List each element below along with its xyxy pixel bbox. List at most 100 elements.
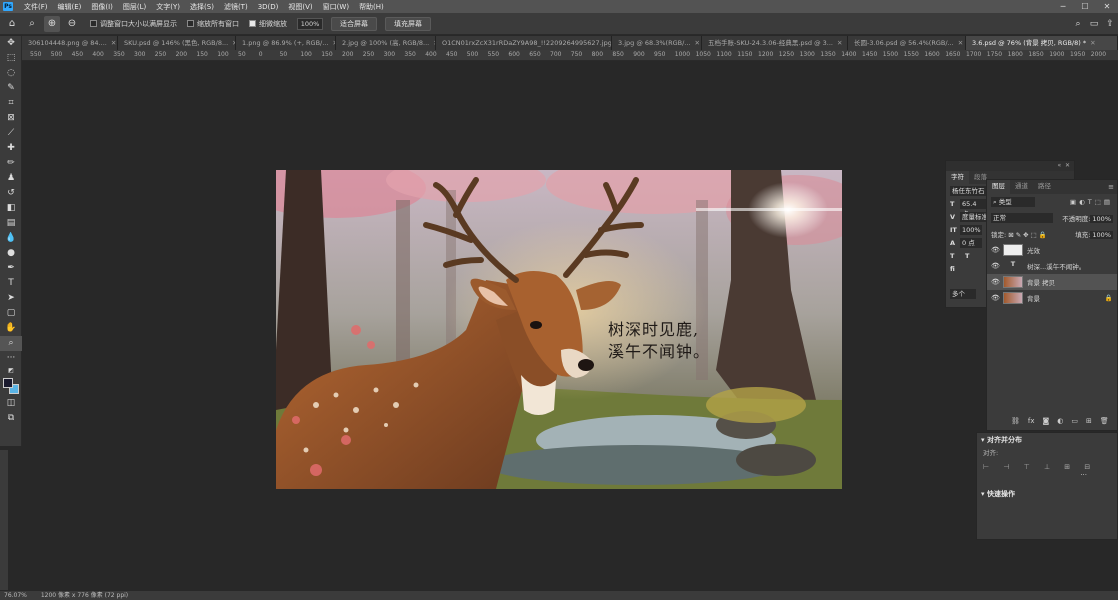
horizontal-ruler[interactable]: 550 500 450 400 350 300 250 200 150 100 50 0 50 100 15…: [22, 50, 1118, 61]
link-layers-icon[interactable]: ⛓: [1011, 417, 1020, 425]
adjustment-layer-icon[interactable]: ◐: [1057, 417, 1063, 425]
baseline-shift-field[interactable]: 0 点: [960, 237, 982, 248]
fit-screen-button[interactable]: 适合屏幕: [331, 16, 377, 31]
document-tab[interactable]: 2.jpg @ 100% (高, RGB/8...✕: [336, 36, 436, 50]
default-colors-icon[interactable]: ◩: [0, 366, 22, 376]
lock-icons[interactable]: ⊠✎✥⬚🔒: [1008, 231, 1049, 239]
fill-field[interactable]: 100%: [1090, 230, 1113, 239]
gradient-tool-icon[interactable]: ▤: [0, 216, 22, 231]
close-tab-icon[interactable]: ✕: [694, 39, 699, 47]
align-section-header[interactable]: ▾ 对齐并分布: [977, 433, 1117, 447]
document-tab[interactable]: 3.jpg @ 68.3%(RGB/... ✕: [612, 36, 702, 50]
close-tab-icon[interactable]: ✕: [1090, 39, 1095, 47]
eraser-tool-icon[interactable]: ◧: [0, 201, 22, 216]
menu-filter[interactable]: 滤镜(T): [219, 2, 253, 12]
ligature-icon[interactable]: fi: [950, 265, 960, 273]
language-field[interactable]: 多个: [950, 288, 976, 299]
workspace-icon[interactable]: ▭: [1086, 19, 1102, 29]
faux-italic-icon[interactable]: T: [965, 252, 975, 260]
zoom-in-icon[interactable]: ⊕: [44, 15, 60, 32]
document-tab-active[interactable]: 3.6.psd @ 76% (背景 拷贝, RGB/8) * ✕: [966, 36, 1118, 50]
history-brush-tool-icon[interactable]: ↺: [0, 186, 22, 201]
share-icon[interactable]: ⇪: [1102, 19, 1118, 29]
align-buttons[interactable]: ⊢ ⊣ ⊤ ⊥ ⊞ ⊟: [977, 457, 1117, 471]
document-tab[interactable]: 1.png @ 86.9% (+, RGB/...✕: [236, 36, 336, 50]
document-tab[interactable]: 五档手账-SKU-24.3.06-经典黑.psd @ 3... ✕: [702, 36, 848, 50]
layer-row[interactable]: 👁 T 树深...溪午不闻钟。: [987, 258, 1117, 274]
tab-layers[interactable]: 图层: [987, 180, 1010, 194]
zoom-all-windows-checkbox[interactable]: 缩放所有窗口: [187, 19, 239, 29]
layer-row[interactable]: 👁 背景 拷贝: [987, 274, 1117, 290]
menu-view[interactable]: 视图(V): [283, 2, 317, 12]
tab-channels[interactable]: 通道: [1010, 180, 1033, 194]
zoom-out-icon[interactable]: ⊖: [64, 16, 80, 32]
blur-tool-icon[interactable]: 💧: [0, 231, 22, 246]
quick-select-tool-icon[interactable]: ✎: [0, 81, 22, 96]
foreground-color-swatch[interactable]: [3, 378, 13, 388]
quick-mask-icon[interactable]: ◫: [0, 396, 22, 411]
new-layer-icon[interactable]: ⊞: [1086, 417, 1092, 425]
zoom-percent-field[interactable]: 100%: [297, 17, 323, 30]
opacity-field[interactable]: 100%: [1090, 214, 1113, 223]
search-icon[interactable]: ⌕: [1070, 19, 1086, 29]
brush-tool-icon[interactable]: ✏: [0, 156, 22, 171]
visibility-eye-icon[interactable]: 👁: [991, 278, 1003, 286]
document-tab[interactable]: 306104448.png @ 84.... ✕: [22, 36, 118, 50]
menu-help[interactable]: 帮助(H): [354, 2, 389, 12]
menu-edit[interactable]: 编辑(E): [53, 2, 87, 12]
lasso-tool-icon[interactable]: ◌: [0, 66, 22, 81]
vertical-scale-field[interactable]: 100%: [960, 224, 982, 235]
layer-row[interactable]: 👁 背景 🔒: [987, 290, 1117, 306]
visibility-eye-icon[interactable]: 👁: [991, 294, 1003, 302]
menu-select[interactable]: 选择(S): [185, 2, 219, 12]
scrubby-zoom-checkbox[interactable]: 细微缩放: [249, 19, 287, 29]
pen-tool-icon[interactable]: ✒: [0, 261, 22, 276]
marquee-tool-icon[interactable]: ⬚: [0, 51, 22, 66]
layer-filter-select[interactable]: ⌕ 类型: [991, 197, 1035, 207]
menu-file[interactable]: 文件(F): [19, 2, 53, 12]
menu-window[interactable]: 窗口(W): [318, 2, 354, 12]
close-tab-icon[interactable]: ✕: [111, 39, 116, 47]
group-folder-icon[interactable]: ▭: [1071, 417, 1078, 425]
more-options-icon[interactable]: ···: [977, 471, 1117, 479]
color-swatches[interactable]: [0, 376, 21, 396]
layer-row[interactable]: 👁 光效: [987, 242, 1117, 258]
quick-actions-header[interactable]: ▾ 快速操作: [977, 487, 1117, 501]
document-tab[interactable]: SKU.psd @ 146% (黑色, RGB/8...✕: [118, 36, 236, 50]
frame-tool-icon[interactable]: ⊠: [0, 111, 22, 126]
clone-stamp-tool-icon[interactable]: ♟: [0, 171, 22, 186]
menu-3d[interactable]: 3D(D): [253, 3, 284, 11]
kerning-field[interactable]: 度量标准: [960, 211, 988, 222]
screen-mode-icon[interactable]: ⧉: [0, 411, 22, 426]
panel-menu-icon[interactable]: ≡: [1108, 180, 1117, 194]
dodge-tool-icon[interactable]: ●: [0, 246, 22, 261]
layer-style-icon[interactable]: fx: [1028, 417, 1035, 425]
close-tab-icon[interactable]: ✕: [958, 39, 963, 47]
healing-brush-tool-icon[interactable]: ✚: [0, 141, 22, 156]
close-window-button[interactable]: ✕: [1096, 0, 1118, 13]
font-family-field[interactable]: 杨任东竹石: [950, 185, 986, 196]
resize-windows-checkbox[interactable]: 调整窗口大小以满屏显示: [90, 19, 177, 29]
minimize-button[interactable]: ─: [1052, 0, 1074, 13]
filter-icons[interactable]: ▣◐T⬚▤: [1070, 198, 1113, 206]
more-tools-icon[interactable]: ···: [0, 351, 22, 366]
vertical-ruler[interactable]: [0, 450, 8, 590]
font-size-field[interactable]: 65.4 点: [960, 198, 986, 218]
zoom-tool-preset-icon[interactable]: ⌕: [24, 16, 40, 32]
menu-image[interactable]: 图像(I): [86, 2, 118, 12]
tab-character[interactable]: 字符: [946, 171, 969, 184]
panel-header[interactable]: « ✕: [946, 161, 1074, 171]
document-canvas-image[interactable]: 树深时见鹿, 溪午不闻钟。: [276, 170, 842, 489]
tab-paths[interactable]: 路径: [1033, 180, 1056, 194]
faux-bold-icon[interactable]: T: [950, 252, 960, 260]
visibility-eye-icon[interactable]: 👁: [991, 246, 1003, 254]
maximize-button[interactable]: ☐: [1074, 0, 1096, 13]
menu-layer[interactable]: 图层(L): [118, 2, 151, 12]
delete-layer-icon[interactable]: 🗑: [1100, 417, 1109, 425]
close-tab-icon[interactable]: ✕: [837, 39, 842, 47]
eyedropper-tool-icon[interactable]: ⟋: [0, 126, 22, 141]
blend-mode-select[interactable]: 正常: [991, 213, 1053, 223]
document-tab[interactable]: O1CN01rxZcX31rRDaZY9A98_!!2209264995627.…: [436, 36, 612, 50]
move-tool-icon[interactable]: ✥: [0, 36, 22, 51]
visibility-eye-icon[interactable]: 👁: [991, 262, 1003, 270]
